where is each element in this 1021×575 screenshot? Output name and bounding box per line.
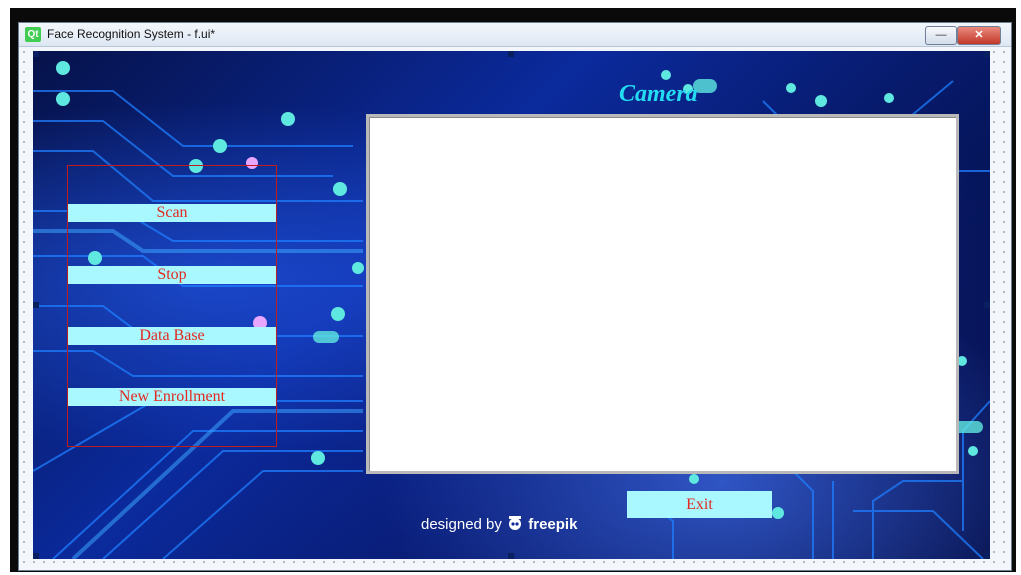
designer-canvas: Camera Scan Stop Data Base New Enrollmen…: [19, 47, 1011, 570]
resize-handle[interactable]: [33, 51, 39, 57]
new-enrollment-button[interactable]: New Enrollment: [68, 388, 276, 406]
resize-handle[interactable]: [984, 553, 990, 559]
close-button[interactable]: ✕: [957, 26, 1001, 45]
credit-prefix: designed by: [421, 516, 502, 533]
title-bar[interactable]: Qt Face Recognition System - f.ui* — ✕: [19, 23, 1011, 47]
credit-brand: freepik: [528, 516, 578, 533]
minimize-button[interactable]: —: [925, 26, 957, 45]
freepik-credit: designed by freepik: [421, 514, 577, 538]
main-form[interactable]: Camera Scan Stop Data Base New Enrollmen…: [33, 51, 990, 559]
exit-button[interactable]: Exit: [627, 491, 772, 518]
resize-handle[interactable]: [508, 553, 514, 559]
stop-button[interactable]: Stop: [68, 266, 276, 284]
button-group-frame: Scan Stop Data Base New Enrollment: [67, 165, 277, 447]
resize-handle[interactable]: [33, 553, 39, 559]
designer-window: Qt Face Recognition System - f.ui* — ✕ C…: [18, 22, 1012, 571]
camera-label: Camera: [619, 81, 698, 107]
qt-logo-icon: Qt: [25, 27, 41, 42]
freepik-logo-icon: [509, 516, 522, 530]
resize-handle[interactable]: [33, 302, 39, 308]
resize-handle[interactable]: [984, 302, 990, 308]
resize-handle[interactable]: [508, 51, 514, 57]
resize-handle[interactable]: [984, 51, 990, 57]
camera-view: [366, 114, 959, 474]
scan-button[interactable]: Scan: [68, 204, 276, 222]
database-button[interactable]: Data Base: [68, 327, 276, 345]
window-title: Face Recognition System - f.ui*: [47, 27, 216, 41]
